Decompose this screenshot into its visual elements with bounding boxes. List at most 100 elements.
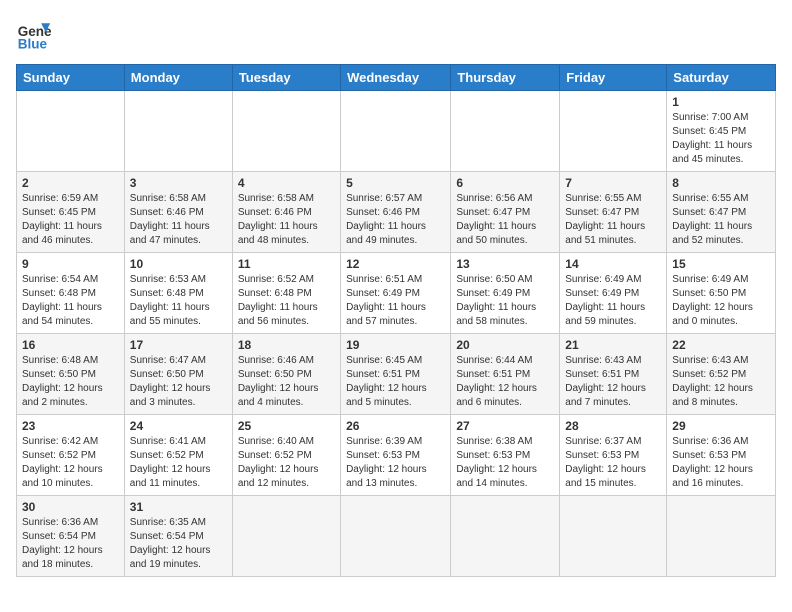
day-number: 6	[456, 176, 554, 190]
logo-icon: General Blue	[16, 16, 52, 52]
day-info: Sunrise: 6:38 AM Sunset: 6:53 PM Dayligh…	[456, 435, 554, 491]
day-number: 2	[22, 176, 119, 190]
day-cell: 11Sunrise: 6:52 AM Sunset: 6:48 PM Dayli…	[232, 253, 340, 334]
day-info: Sunrise: 6:58 AM Sunset: 6:46 PM Dayligh…	[238, 192, 335, 248]
day-cell: 16Sunrise: 6:48 AM Sunset: 6:50 PM Dayli…	[17, 334, 125, 415]
day-info: Sunrise: 6:58 AM Sunset: 6:46 PM Dayligh…	[130, 192, 227, 248]
day-cell: 3 Sunrise: 6:58 AM Sunset: 6:46 PM Daylig…	[124, 172, 232, 253]
day-info: Sunrise: 6:36 AM Sunset: 6:54 PM Dayligh…	[22, 516, 119, 572]
day-cell	[451, 91, 560, 172]
day-info: Sunrise: 6:55 AM Sunset: 6:47 PM Dayligh…	[672, 192, 770, 248]
day-info: Sunrise: 6:46 AM Sunset: 6:50 PM Dayligh…	[238, 354, 335, 410]
week-row-2: 9Sunrise: 6:54 AM Sunset: 6:48 PM Daylig…	[17, 253, 776, 334]
day-number: 5	[346, 176, 445, 190]
day-number: 1	[672, 95, 770, 109]
day-number: 10	[130, 257, 227, 271]
day-number: 24	[130, 419, 227, 433]
day-info: Sunrise: 6:47 AM Sunset: 6:50 PM Dayligh…	[130, 354, 227, 410]
day-number: 27	[456, 419, 554, 433]
day-cell: 8 Sunrise: 6:55 AM Sunset: 6:47 PM Daylig…	[667, 172, 776, 253]
week-row-0: 1 Sunrise: 7:00 AM Sunset: 6:45 PM Daylig…	[17, 91, 776, 172]
day-number: 28	[565, 419, 661, 433]
day-cell: 31Sunrise: 6:35 AM Sunset: 6:54 PM Dayli…	[124, 496, 232, 577]
day-cell: 30Sunrise: 6:36 AM Sunset: 6:54 PM Dayli…	[17, 496, 125, 577]
day-info: Sunrise: 6:51 AM Sunset: 6:49 PM Dayligh…	[346, 273, 445, 329]
day-cell: 5 Sunrise: 6:57 AM Sunset: 6:46 PM Daylig…	[341, 172, 451, 253]
col-header-wednesday: Wednesday	[341, 65, 451, 91]
day-info: Sunrise: 6:42 AM Sunset: 6:52 PM Dayligh…	[22, 435, 119, 491]
week-row-3: 16Sunrise: 6:48 AM Sunset: 6:50 PM Dayli…	[17, 334, 776, 415]
day-info: Sunrise: 6:44 AM Sunset: 6:51 PM Dayligh…	[456, 354, 554, 410]
day-cell: 18 Sunrise: 6:46 AM Sunset: 6:50 PM Dayli…	[232, 334, 340, 415]
day-number: 18	[238, 338, 335, 352]
day-cell: 15 Sunrise: 6:49 AM Sunset: 6:50 PM Dayli…	[667, 253, 776, 334]
day-number: 8	[672, 176, 770, 190]
week-row-5: 30Sunrise: 6:36 AM Sunset: 6:54 PM Dayli…	[17, 496, 776, 577]
day-cell: 19 Sunrise: 6:45 AM Sunset: 6:51 PM Dayli…	[341, 334, 451, 415]
day-number: 22	[672, 338, 770, 352]
day-cell: 23Sunrise: 6:42 AM Sunset: 6:52 PM Dayli…	[17, 415, 125, 496]
day-cell: 4 Sunrise: 6:58 AM Sunset: 6:46 PM Daylig…	[232, 172, 340, 253]
day-info: Sunrise: 6:59 AM Sunset: 6:45 PM Dayligh…	[22, 192, 119, 248]
day-cell: 1 Sunrise: 7:00 AM Sunset: 6:45 PM Daylig…	[667, 91, 776, 172]
col-header-friday: Friday	[560, 65, 667, 91]
day-info: Sunrise: 6:49 AM Sunset: 6:49 PM Dayligh…	[565, 273, 661, 329]
day-info: Sunrise: 6:39 AM Sunset: 6:53 PM Dayligh…	[346, 435, 445, 491]
day-info: Sunrise: 7:00 AM Sunset: 6:45 PM Dayligh…	[672, 111, 770, 167]
day-number: 4	[238, 176, 335, 190]
day-number: 31	[130, 500, 227, 514]
day-info: Sunrise: 6:45 AM Sunset: 6:51 PM Dayligh…	[346, 354, 445, 410]
day-number: 15	[672, 257, 770, 271]
day-number: 11	[238, 257, 335, 271]
day-cell	[451, 496, 560, 577]
day-number: 9	[22, 257, 119, 271]
day-number: 20	[456, 338, 554, 352]
day-info: Sunrise: 6:40 AM Sunset: 6:52 PM Dayligh…	[238, 435, 335, 491]
day-cell	[560, 496, 667, 577]
day-cell: 21Sunrise: 6:43 AM Sunset: 6:51 PM Dayli…	[560, 334, 667, 415]
day-cell: 12 Sunrise: 6:51 AM Sunset: 6:49 PM Dayli…	[341, 253, 451, 334]
svg-text:Blue: Blue	[18, 36, 48, 51]
week-row-1: 2 Sunrise: 6:59 AM Sunset: 6:45 PM Daylig…	[17, 172, 776, 253]
day-info: Sunrise: 6:56 AM Sunset: 6:47 PM Dayligh…	[456, 192, 554, 248]
day-number: 13	[456, 257, 554, 271]
day-number: 25	[238, 419, 335, 433]
day-cell: 17 Sunrise: 6:47 AM Sunset: 6:50 PM Dayli…	[124, 334, 232, 415]
day-number: 7	[565, 176, 661, 190]
day-number: 17	[130, 338, 227, 352]
day-cell: 27 Sunrise: 6:38 AM Sunset: 6:53 PM Dayli…	[451, 415, 560, 496]
day-number: 26	[346, 419, 445, 433]
day-cell	[341, 91, 451, 172]
day-cell: 10Sunrise: 6:53 AM Sunset: 6:48 PM Dayli…	[124, 253, 232, 334]
day-cell	[17, 91, 125, 172]
day-number: 19	[346, 338, 445, 352]
day-info: Sunrise: 6:55 AM Sunset: 6:47 PM Dayligh…	[565, 192, 661, 248]
day-number: 3	[130, 176, 227, 190]
day-cell: 25 Sunrise: 6:40 AM Sunset: 6:52 PM Dayli…	[232, 415, 340, 496]
day-cell: 7 Sunrise: 6:55 AM Sunset: 6:47 PM Daylig…	[560, 172, 667, 253]
day-number: 29	[672, 419, 770, 433]
day-info: Sunrise: 6:57 AM Sunset: 6:46 PM Dayligh…	[346, 192, 445, 248]
day-cell: 14 Sunrise: 6:49 AM Sunset: 6:49 PM Dayli…	[560, 253, 667, 334]
day-info: Sunrise: 6:50 AM Sunset: 6:49 PM Dayligh…	[456, 273, 554, 329]
day-info: Sunrise: 6:49 AM Sunset: 6:50 PM Dayligh…	[672, 273, 770, 329]
day-info: Sunrise: 6:43 AM Sunset: 6:51 PM Dayligh…	[565, 354, 661, 410]
page-header: General Blue	[16, 16, 776, 52]
day-info: Sunrise: 6:41 AM Sunset: 6:52 PM Dayligh…	[130, 435, 227, 491]
day-cell: 22Sunrise: 6:43 AM Sunset: 6:52 PM Dayli…	[667, 334, 776, 415]
day-cell	[232, 91, 340, 172]
day-cell: 20 Sunrise: 6:44 AM Sunset: 6:51 PM Dayli…	[451, 334, 560, 415]
week-row-4: 23Sunrise: 6:42 AM Sunset: 6:52 PM Dayli…	[17, 415, 776, 496]
day-cell: 26 Sunrise: 6:39 AM Sunset: 6:53 PM Dayli…	[341, 415, 451, 496]
day-cell: 28Sunrise: 6:37 AM Sunset: 6:53 PM Dayli…	[560, 415, 667, 496]
day-cell: 2 Sunrise: 6:59 AM Sunset: 6:45 PM Daylig…	[17, 172, 125, 253]
day-info: Sunrise: 6:48 AM Sunset: 6:50 PM Dayligh…	[22, 354, 119, 410]
col-header-sunday: Sunday	[17, 65, 125, 91]
col-header-thursday: Thursday	[451, 65, 560, 91]
day-cell: 29Sunrise: 6:36 AM Sunset: 6:53 PM Dayli…	[667, 415, 776, 496]
calendar-header-row: SundayMondayTuesdayWednesdayThursdayFrid…	[17, 65, 776, 91]
day-number: 12	[346, 257, 445, 271]
col-header-tuesday: Tuesday	[232, 65, 340, 91]
day-number: 14	[565, 257, 661, 271]
col-header-saturday: Saturday	[667, 65, 776, 91]
